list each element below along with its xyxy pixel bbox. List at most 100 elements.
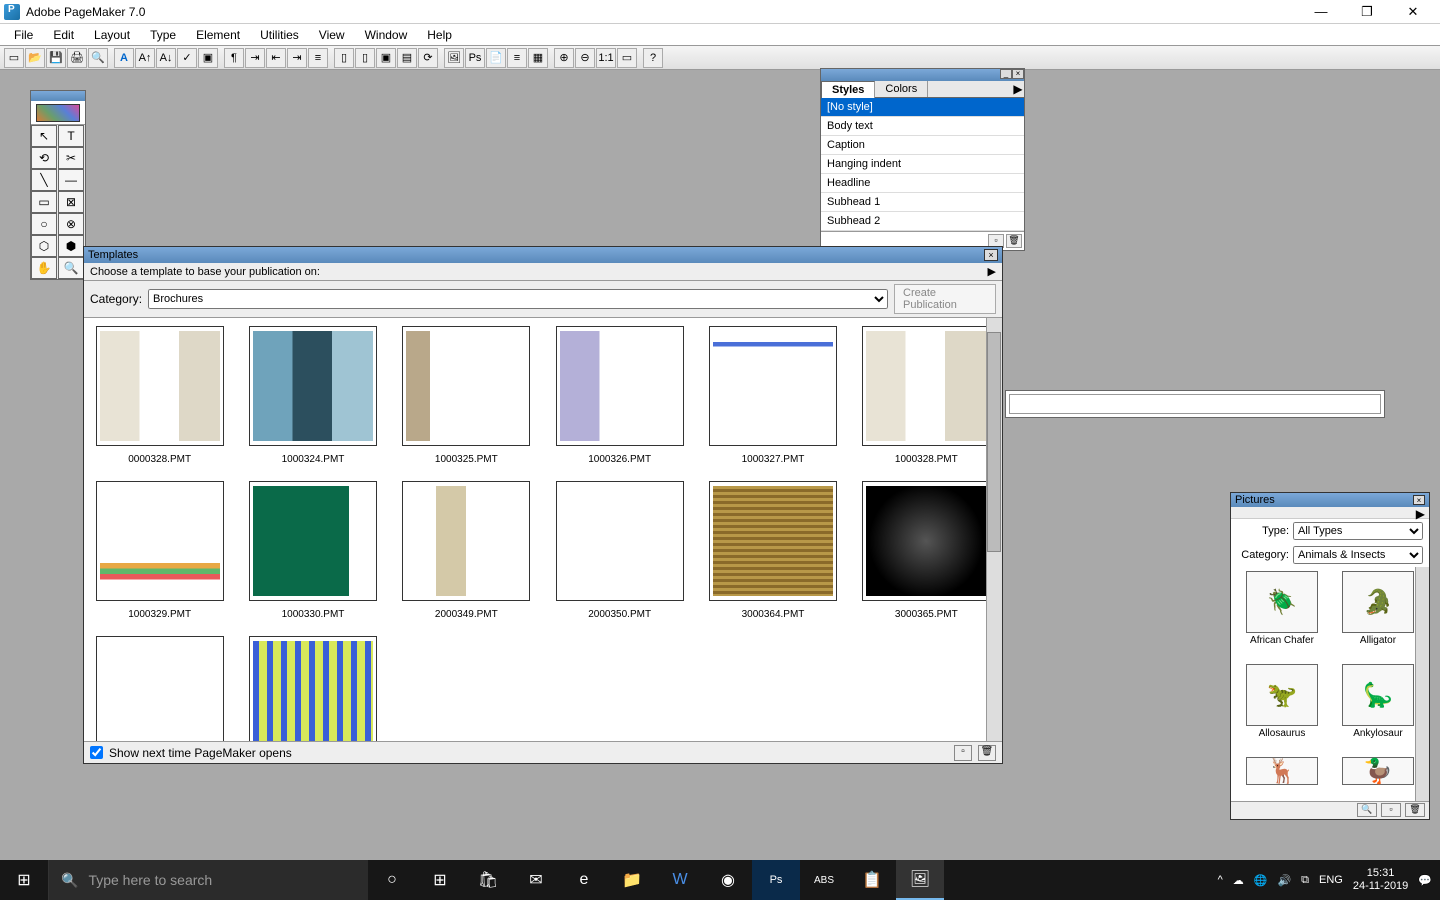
tray-volume-icon[interactable]: 🔊 bbox=[1277, 874, 1291, 887]
panel-minimize-icon[interactable]: _ bbox=[1000, 69, 1012, 79]
rectangle-tool-icon[interactable]: ▭ bbox=[31, 191, 57, 213]
frame-icon[interactable]: ▣ bbox=[376, 48, 396, 68]
template-item[interactable]: 0000328.PMT bbox=[92, 326, 227, 465]
html-icon[interactable]: ≡ bbox=[507, 48, 527, 68]
picture-item[interactable]: 🐊Alligator bbox=[1333, 571, 1423, 658]
pictures-place-icon[interactable]: ▫ bbox=[1381, 803, 1401, 817]
insert-pages-icon[interactable]: ▯ bbox=[334, 48, 354, 68]
photoshop-icon[interactable]: Ps bbox=[465, 48, 485, 68]
template-item[interactable]: 3000364.PMT bbox=[705, 481, 840, 620]
picture-item[interactable]: 🦕Ankylosaur bbox=[1333, 664, 1423, 751]
template-item[interactable] bbox=[245, 636, 380, 741]
menu-type[interactable]: Type bbox=[140, 26, 186, 44]
ellipse-frame-tool-icon[interactable]: ⊗ bbox=[58, 213, 84, 235]
update-links-icon[interactable]: ⟳ bbox=[418, 48, 438, 68]
style-item-subhead-1[interactable]: Subhead 1 bbox=[821, 193, 1024, 212]
show-next-time-checkbox[interactable] bbox=[90, 746, 103, 759]
menu-window[interactable]: Window bbox=[355, 26, 418, 44]
template-item[interactable]: 1000326.PMT bbox=[552, 326, 687, 465]
template-item[interactable]: 1000325.PMT bbox=[399, 326, 534, 465]
menu-help[interactable]: Help bbox=[417, 26, 462, 44]
pictures-search-icon[interactable]: 🔍 bbox=[1357, 803, 1377, 817]
template-item[interactable]: 3000365.PMT bbox=[859, 481, 994, 620]
style-item-headline[interactable]: Headline bbox=[821, 174, 1024, 193]
outdent-icon[interactable]: ⇥ bbox=[287, 48, 307, 68]
new-icon[interactable]: ▭ bbox=[4, 48, 24, 68]
mail-icon[interactable]: ✉ bbox=[512, 860, 560, 900]
print-icon[interactable]: 🖨 bbox=[67, 48, 87, 68]
style-item-subhead-2[interactable]: Subhead 2 bbox=[821, 212, 1024, 231]
tray-language[interactable]: ENG bbox=[1319, 874, 1343, 886]
template-item[interactable]: 1000330.PMT bbox=[245, 481, 380, 620]
indent-icon[interactable]: ⇤ bbox=[266, 48, 286, 68]
template-item[interactable]: 1000329.PMT bbox=[92, 481, 227, 620]
template-item[interactable]: 1000327.PMT bbox=[705, 326, 840, 465]
ellipse-tool-icon[interactable]: ○ bbox=[31, 213, 57, 235]
increase-font-icon[interactable]: A↑ bbox=[135, 48, 155, 68]
chrome-icon[interactable]: ◉ bbox=[704, 860, 752, 900]
save-icon[interactable]: 💾 bbox=[46, 48, 66, 68]
picture-item[interactable]: 🪲African Chafer bbox=[1237, 571, 1327, 658]
textframe-icon[interactable]: ▤ bbox=[397, 48, 417, 68]
templates-scrollbar[interactable] bbox=[986, 318, 1002, 741]
style-item-body-text[interactable]: Body text bbox=[821, 117, 1024, 136]
word-icon[interactable]: W bbox=[656, 860, 704, 900]
tab-styles[interactable]: Styles bbox=[821, 81, 875, 98]
app-icon-1[interactable]: ABS bbox=[800, 860, 848, 900]
bullets-icon[interactable]: ≡ bbox=[308, 48, 328, 68]
pictures-titlebar[interactable]: Pictures × bbox=[1231, 493, 1429, 507]
constrained-line-tool-icon[interactable]: — bbox=[58, 169, 84, 191]
menu-layout[interactable]: Layout bbox=[84, 26, 140, 44]
pictures-delete-icon[interactable]: 🗑 bbox=[1405, 803, 1425, 817]
tray-notifications-icon[interactable]: 💬 bbox=[1418, 874, 1432, 887]
template-item[interactable]: 2000349.PMT bbox=[399, 481, 534, 620]
rectangle-frame-tool-icon[interactable]: ⊠ bbox=[58, 191, 84, 213]
pdf-icon[interactable]: 📄 bbox=[486, 48, 506, 68]
store-icon[interactable]: 🛍 bbox=[464, 860, 512, 900]
templates-menu-icon[interactable]: ▶ bbox=[988, 265, 996, 278]
start-button[interactable]: ⊞ bbox=[0, 860, 48, 900]
tab-colors[interactable]: Colors bbox=[875, 81, 928, 97]
task-view-icon[interactable]: ⊞ bbox=[416, 860, 464, 900]
zoom-tool-icon[interactable]: 🔍 bbox=[58, 257, 84, 279]
menu-utilities[interactable]: Utilities bbox=[250, 26, 309, 44]
help-icon[interactable]: ? bbox=[643, 48, 663, 68]
find-icon[interactable]: 🔍 bbox=[88, 48, 108, 68]
style-item-no-style[interactable]: [No style] bbox=[821, 98, 1024, 117]
explorer-icon[interactable]: 📁 bbox=[608, 860, 656, 900]
pagemaker-taskbar-icon[interactable]: 🖼 bbox=[896, 860, 944, 900]
cortana-icon[interactable]: ○ bbox=[368, 860, 416, 900]
template-item[interactable]: 2000350.PMT bbox=[552, 481, 687, 620]
polygon-frame-tool-icon[interactable]: ⬢ bbox=[58, 235, 84, 257]
category-select[interactable]: Brochures bbox=[148, 289, 888, 309]
tray-chevron-icon[interactable]: ^ bbox=[1218, 874, 1223, 886]
panel-menu-icon[interactable]: ▶ bbox=[1012, 81, 1024, 97]
templates-titlebar[interactable]: Templates × bbox=[84, 247, 1002, 263]
open-icon[interactable]: 📂 bbox=[25, 48, 45, 68]
close-button[interactable]: ✕ bbox=[1390, 0, 1436, 24]
fill-icon[interactable]: ▣ bbox=[198, 48, 218, 68]
templates-footer-place-icon[interactable]: ▫ bbox=[954, 745, 972, 761]
tray-clock[interactable]: 15:31 24-11-2019 bbox=[1353, 867, 1408, 893]
zoom-out-icon[interactable]: ⊖ bbox=[575, 48, 595, 68]
picture-item[interactable]: 🦖Allosaurus bbox=[1237, 664, 1327, 751]
template-item[interactable]: 1000328.PMT bbox=[859, 326, 994, 465]
tray-dropbox-icon[interactable]: ⧉ bbox=[1301, 874, 1309, 887]
zoom-in-icon[interactable]: ⊕ bbox=[554, 48, 574, 68]
rotate-tool-icon[interactable]: ⟲ bbox=[31, 147, 57, 169]
panel-close-icon[interactable]: × bbox=[1012, 69, 1024, 79]
tabs-icon[interactable]: ⇥ bbox=[245, 48, 265, 68]
styles-panel-titlebar[interactable]: _ × bbox=[821, 69, 1024, 81]
photoshop-icon[interactable]: Ps bbox=[752, 860, 800, 900]
picture-palette-icon[interactable]: ▦ bbox=[528, 48, 548, 68]
pictures-category-select[interactable]: Animals & Insects bbox=[1293, 546, 1423, 564]
fit-window-icon[interactable]: ▭ bbox=[617, 48, 637, 68]
place-icon[interactable]: 🖼 bbox=[444, 48, 464, 68]
tray-network-icon[interactable]: 🌐 bbox=[1254, 874, 1268, 887]
tray-onedrive-icon[interactable]: ☁ bbox=[1233, 874, 1244, 887]
style-item-caption[interactable]: Caption bbox=[821, 136, 1024, 155]
picture-item[interactable]: 🦆 bbox=[1333, 757, 1423, 797]
pictures-type-select[interactable]: All Types bbox=[1293, 522, 1423, 540]
taskbar-search[interactable]: 🔍 Type here to search bbox=[48, 860, 368, 900]
crop-tool-icon[interactable]: ✂ bbox=[58, 147, 84, 169]
